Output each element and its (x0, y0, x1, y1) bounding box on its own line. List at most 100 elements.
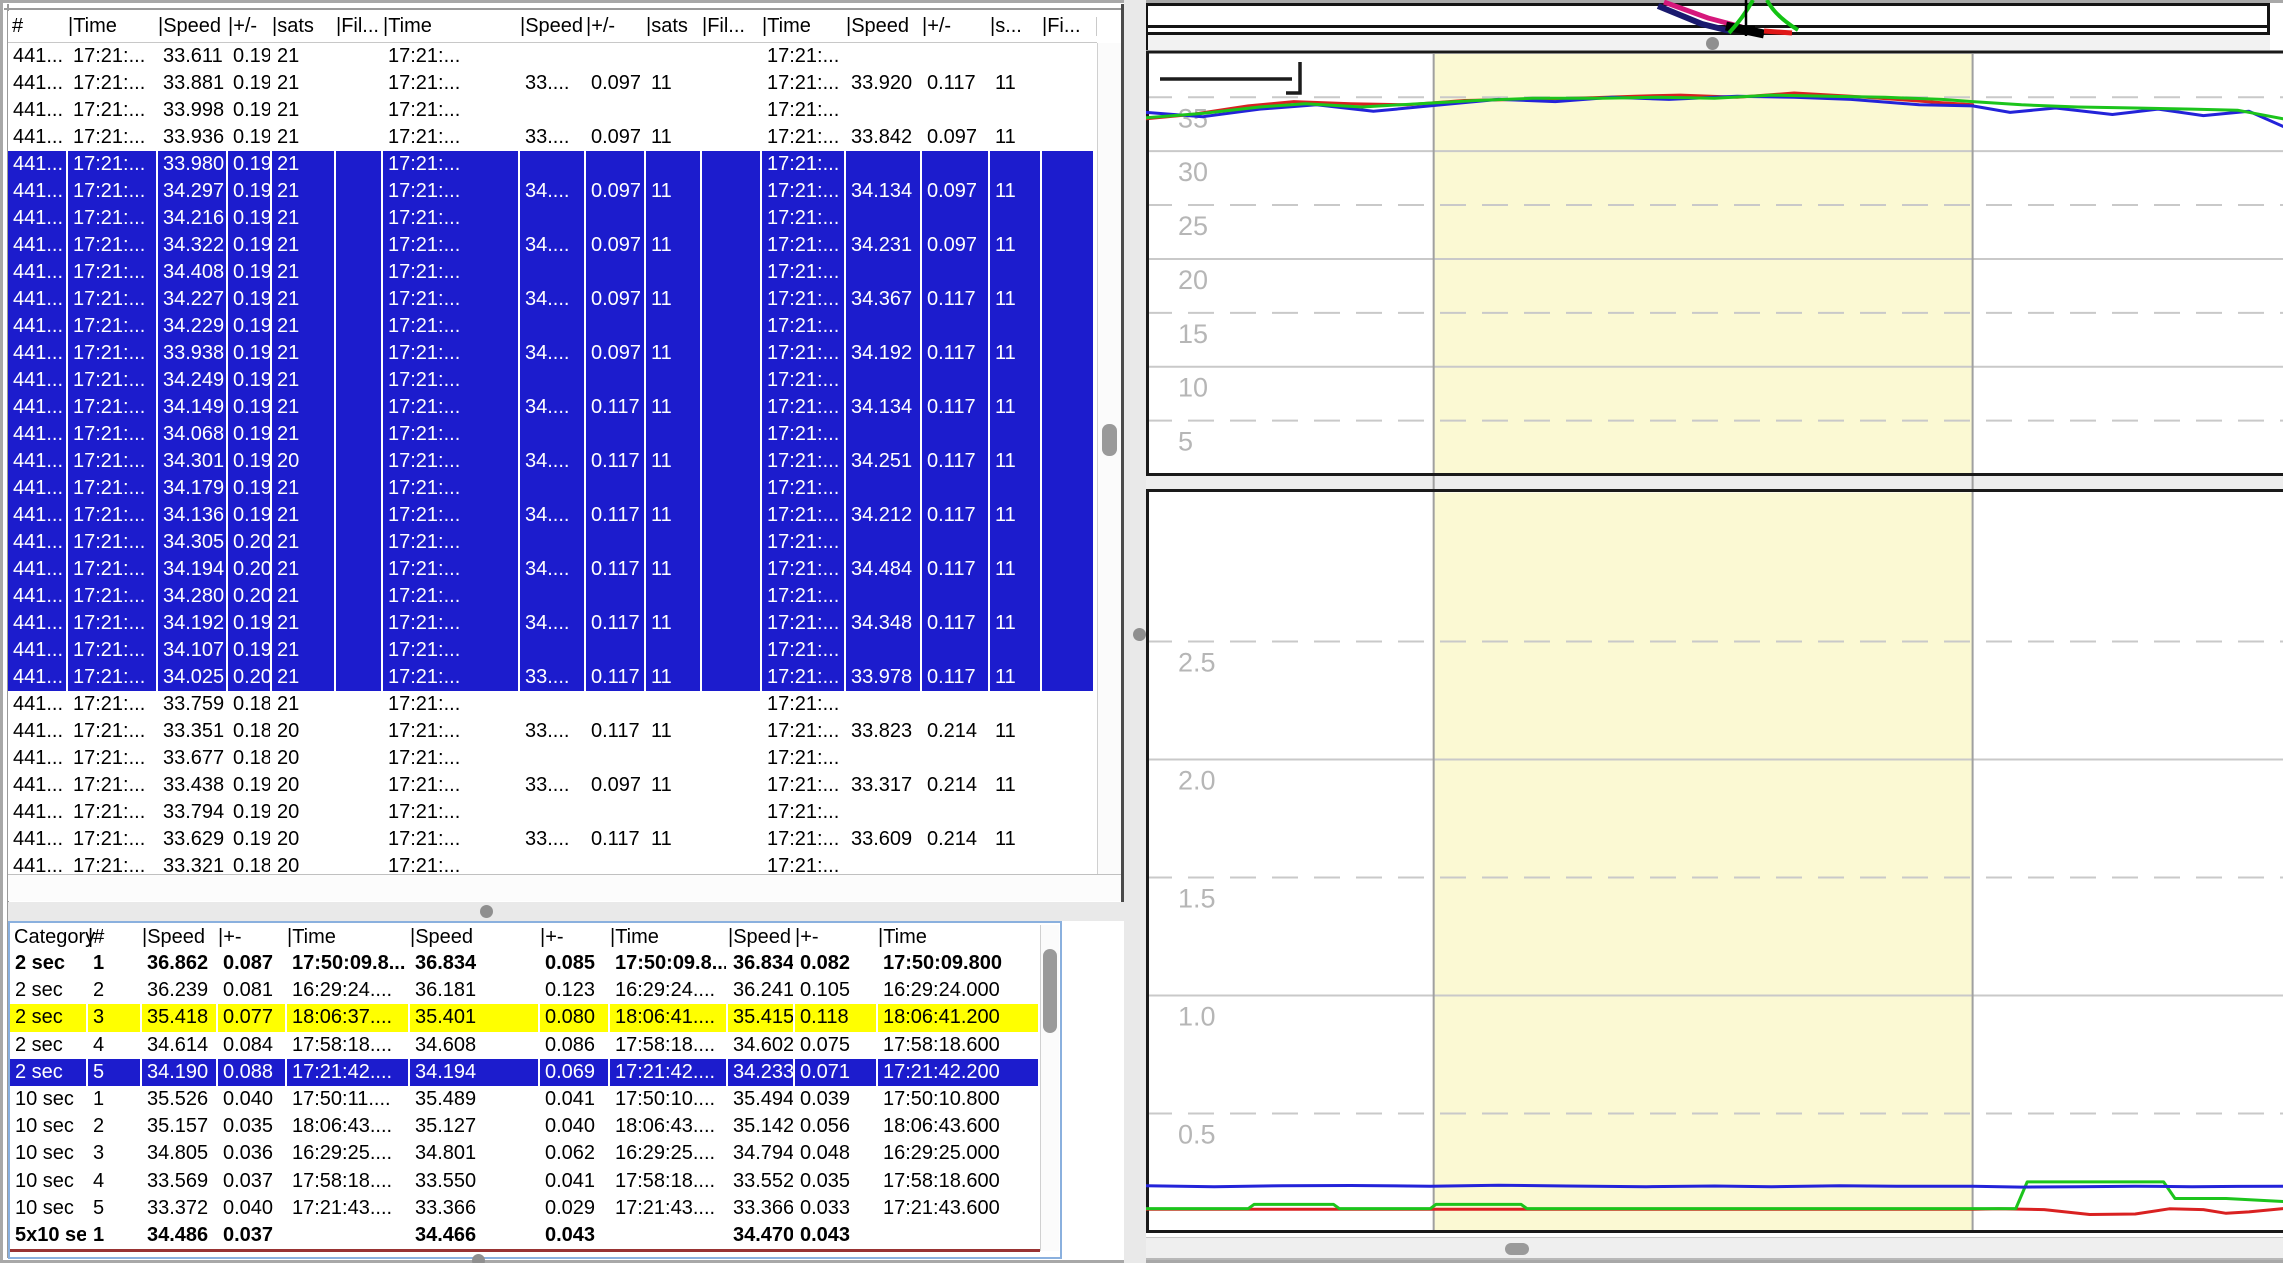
main-table-row[interactable]: 441...17:21:...34.2490.1942117:21:...17:… (8, 367, 1097, 394)
results-table-row[interactable]: 2 sec434.6140.08417:58:18....34.6080.086… (10, 1032, 1040, 1059)
cell (586, 745, 646, 772)
main-table-row[interactable]: 441...17:21:...34.2970.1982117:21:...34.… (8, 178, 1097, 205)
cell: 0.086 (540, 1032, 610, 1059)
axis-tick-label: 0.5 (1178, 1120, 1216, 1150)
results-table-row[interactable]: 10 sec533.3720.04017:21:43....33.3660.02… (10, 1195, 1040, 1222)
main-table-row[interactable]: 441...17:21:...33.3210.1892017:21:...17:… (8, 853, 1097, 874)
cell (1042, 70, 1095, 97)
cell: 33.823 (846, 718, 922, 745)
cell: 17:21:43.600 (878, 1195, 1040, 1222)
cell (336, 421, 383, 448)
main-table-row[interactable]: 441...17:21:...34.1490.1922117:21:...34.… (8, 394, 1097, 421)
results-table-row[interactable]: 10 sec135.5260.04017:50:11....35.4890.04… (10, 1086, 1040, 1113)
main-table-row[interactable]: 441...17:21:...34.1790.1942117:21:...17:… (8, 475, 1097, 502)
cell: 441... (8, 475, 68, 502)
main-table-row[interactable]: 441...17:21:...33.9380.1962117:21:...34.… (8, 340, 1097, 367)
cell (846, 205, 922, 232)
results-table-row[interactable]: 2 sec335.4180.07718:06:37....35.4010.080… (10, 1004, 1040, 1031)
results-table-row[interactable]: 10 sec235.1570.03518:06:43....35.1270.04… (10, 1113, 1040, 1140)
main-table-row[interactable]: 441...17:21:...33.8810.1962117:21:...33.… (8, 70, 1097, 97)
main-table-row[interactable]: 441...17:21:...34.3010.1922017:21:...34.… (8, 448, 1097, 475)
main-table-vscrollbar[interactable] (1097, 43, 1122, 874)
main-table-row[interactable]: 441...17:21:...34.3220.1942117:21:...34.… (8, 232, 1097, 259)
axis-tick-label: 25 (1178, 211, 1208, 241)
cell (1042, 151, 1095, 178)
cell: 21 (272, 205, 336, 232)
cell: 0.117 (922, 664, 990, 691)
cell (586, 97, 646, 124)
main-table-row[interactable]: 441...17:21:...34.1920.1982117:21:...34.… (8, 610, 1097, 637)
vertical-splitter[interactable] (1124, 0, 1146, 1263)
cell: 17:21:... (762, 259, 846, 286)
cell: 0.117 (922, 286, 990, 313)
main-table-row[interactable]: 441...17:21:...33.6290.1962017:21:...33.… (8, 826, 1097, 853)
cell (520, 529, 586, 556)
results-table-row[interactable]: 10 sec334.8050.03616:29:25....34.8010.06… (10, 1140, 1040, 1167)
cell: 11 (990, 286, 1042, 313)
main-table-row[interactable]: 441...17:21:...33.7940.1942017:21:...17:… (8, 799, 1097, 826)
main-table-row[interactable]: 441...17:21:...34.2290.1962117:21:...17:… (8, 313, 1097, 340)
splitter-handle-icon[interactable] (480, 905, 493, 918)
cell (702, 745, 762, 772)
main-table[interactable]: 441...17:21:...33.6110.1962117:21:...17:… (8, 43, 1097, 874)
main-table-row[interactable]: 441...17:21:...34.1070.1942117:21:...17:… (8, 637, 1097, 664)
main-table-row[interactable]: 441...17:21:...34.4080.1942117:21:...17:… (8, 259, 1097, 286)
main-table-row[interactable]: 441...17:21:...34.2800.2022117:21:...17:… (8, 583, 1097, 610)
results-table-row[interactable]: 10 sec433.5690.03717:58:18....33.5500.04… (10, 1168, 1040, 1195)
vertical-splitter-handle-icon[interactable] (1133, 628, 1146, 641)
main-table-row[interactable]: 441...17:21:...34.0680.1922117:21:...17:… (8, 421, 1097, 448)
horizontal-splitter[interactable] (8, 902, 1124, 921)
main-table-row[interactable]: 441...17:21:...33.3510.1872017:21:...33.… (8, 718, 1097, 745)
main-table-row[interactable]: 441...17:21:...33.4380.1942017:21:...33.… (8, 772, 1097, 799)
cell (846, 853, 922, 874)
cell (586, 691, 646, 718)
results-table-row[interactable]: 5x10 sec134.4860.03734.4660.04334.4700.0… (10, 1222, 1040, 1249)
partial-next-row (10, 1249, 1040, 1252)
cell: 441... (8, 772, 68, 799)
main-table-row[interactable]: 441...17:21:...33.9800.1982117:21:...17:… (8, 151, 1097, 178)
cell: 441... (8, 826, 68, 853)
cell: 33.321 (158, 853, 228, 874)
cell: 34.297 (158, 178, 228, 205)
chart-hscroll-thumb[interactable] (1505, 1243, 1529, 1255)
scale-legend-icon (1160, 62, 1300, 93)
track-blue-error (1146, 1185, 2283, 1187)
cell (922, 745, 990, 772)
main-table-row[interactable]: 441...17:21:...33.6110.1962117:21:...17:… (8, 43, 1097, 70)
cell: 0.117 (922, 340, 990, 367)
cell (1042, 367, 1095, 394)
main-table-row[interactable]: 441...17:21:...33.9360.1982117:21:...33.… (8, 124, 1097, 151)
main-table-row[interactable]: 441...17:21:...34.0250.2002117:21:...33.… (8, 664, 1097, 691)
main-table-row[interactable]: 441...17:21:...33.6770.1892017:21:...17:… (8, 745, 1097, 772)
results-table-row[interactable]: 2 sec136.8620.08717:50:09.8...36.8340.08… (10, 950, 1040, 977)
main-table-row[interactable]: 441...17:21:...34.2270.1942117:21:...34.… (8, 286, 1097, 313)
cell (646, 745, 702, 772)
results-vscrollbar[interactable] (1040, 925, 1059, 1251)
cell (336, 232, 383, 259)
cell: 33.842 (846, 124, 922, 151)
results-table-row[interactable]: 2 sec534.1900.08817:21:42....34.1940.069… (10, 1059, 1040, 1086)
cell: 0.202 (228, 583, 272, 610)
main-table-vscroll-thumb[interactable] (1102, 424, 1117, 456)
results-table-row[interactable]: 2 sec236.2390.08116:29:24....36.1810.123… (10, 977, 1040, 1004)
cell: 0.097 (586, 772, 646, 799)
cell: 17:21:... (762, 43, 846, 70)
bottom-splitter-handle-icon[interactable] (472, 1254, 485, 1263)
cell: 0.214 (922, 826, 990, 853)
cell (702, 232, 762, 259)
main-table-row[interactable]: 441...17:21:...34.1360.1982117:21:...34.… (8, 502, 1097, 529)
main-table-hscrollbar[interactable] (8, 874, 1121, 901)
main-table-row[interactable]: 441...17:21:...34.3050.2022117:21:...17:… (8, 529, 1097, 556)
results-table[interactable]: 2 sec136.8620.08717:50:09.8...36.8340.08… (10, 950, 1040, 1251)
main-table-row[interactable]: 441...17:21:...34.1940.2042117:21:...34.… (8, 556, 1097, 583)
main-table-row[interactable]: 441...17:21:...33.7590.1892117:21:...17:… (8, 691, 1097, 718)
chart-hscrollbar[interactable] (1146, 1237, 2283, 1260)
cell: 17:21:... (383, 97, 520, 124)
charts[interactable]: 35302520151052.52.01.51.00.5 (1146, 0, 2283, 1263)
main-table-row[interactable]: 441...17:21:...33.9980.1982117:21:...17:… (8, 97, 1097, 124)
cell (702, 853, 762, 874)
cell: 34.179 (158, 475, 228, 502)
cell: 34.301 (158, 448, 228, 475)
results-vscroll-thumb[interactable] (1043, 949, 1057, 1033)
main-table-row[interactable]: 441...17:21:...34.2160.1942117:21:...17:… (8, 205, 1097, 232)
